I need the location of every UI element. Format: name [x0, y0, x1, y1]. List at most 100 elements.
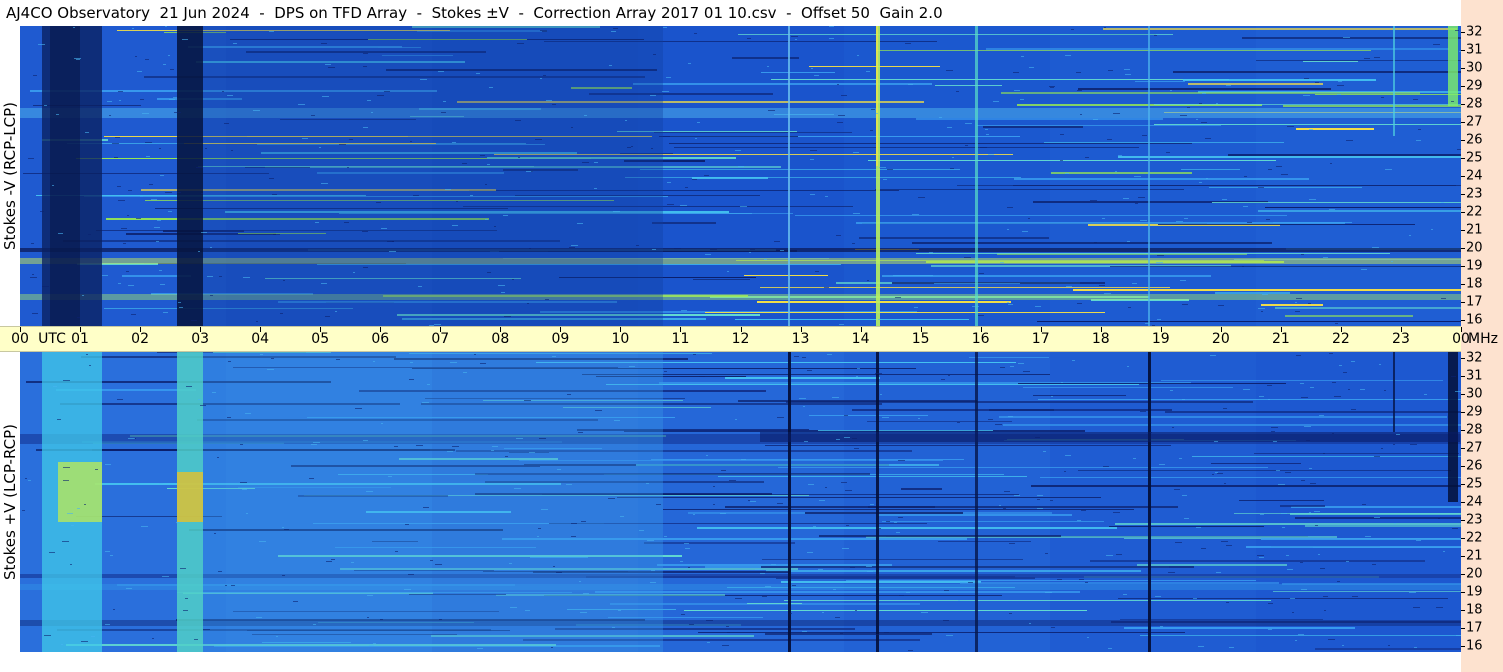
noise-speckle	[707, 642, 710, 643]
noise-speckle	[1212, 474, 1214, 475]
noise-speckle	[1107, 139, 1112, 140]
noise-speckle	[1285, 472, 1291, 473]
noise-speckle	[1424, 394, 1427, 395]
noise-speckle	[577, 223, 583, 224]
noise-speckle	[529, 452, 535, 453]
noise-speckle	[388, 476, 392, 477]
noise-speckle	[1090, 200, 1097, 201]
rfi-streak	[1261, 304, 1323, 306]
noise-speckle	[853, 152, 859, 153]
noise-speckle	[1113, 113, 1120, 114]
noise-speckle	[376, 202, 381, 203]
noise-speckle	[373, 643, 376, 644]
noise-speckle	[612, 627, 615, 628]
stokes-plus-v-spectrogram[interactable]	[20, 352, 1461, 652]
noise-speckle	[58, 233, 63, 234]
noise-speckle	[476, 73, 480, 74]
stokes-minus-v-spectrogram[interactable]	[20, 26, 1461, 326]
noise-speckle	[198, 399, 201, 400]
noise-speckle	[1079, 579, 1084, 580]
noise-speckle	[552, 104, 556, 105]
freq-label: 32	[1466, 350, 1483, 366]
darker-region	[203, 26, 663, 326]
freq-label: 23	[1466, 512, 1483, 528]
noise-speckle	[154, 227, 160, 228]
noise-speckle	[363, 66, 367, 67]
noise-speckle	[571, 245, 578, 246]
noise-speckle	[844, 415, 848, 416]
noise-speckle	[639, 530, 644, 531]
noise-speckle	[1436, 607, 1443, 608]
freq-label: 27	[1466, 440, 1483, 456]
noise-speckle	[735, 150, 741, 151]
rfi-streak	[1305, 525, 1461, 527]
noise-speckle	[1199, 182, 1202, 183]
noise-speckle	[302, 138, 308, 139]
noise-speckle	[540, 30, 547, 31]
noise-speckle	[1346, 140, 1353, 141]
noise-speckle	[1226, 545, 1232, 546]
noise-speckle	[367, 617, 369, 618]
rfi-streak	[1296, 128, 1374, 130]
freq-tick	[1461, 266, 1465, 267]
freq-tick	[1461, 230, 1465, 231]
noise-speckle	[1438, 518, 1440, 519]
noise-speckle	[539, 438, 546, 439]
noise-speckle	[808, 484, 814, 485]
noise-speckle	[313, 624, 316, 625]
vertical-dark-line	[1393, 352, 1395, 432]
noise-speckle	[1166, 152, 1170, 153]
rfi-streak	[1003, 424, 1461, 426]
freq-tick	[1461, 394, 1465, 395]
noise-speckle	[1050, 87, 1054, 88]
noise-speckle	[409, 379, 414, 380]
noise-speckle	[1196, 527, 1201, 528]
noise-speckle	[651, 148, 653, 149]
noise-speckle	[176, 522, 183, 523]
freq-tick	[1461, 194, 1465, 195]
noise-speckle	[162, 576, 169, 577]
noise-speckle	[1154, 35, 1157, 36]
noise-speckle	[921, 612, 928, 613]
rfi-streak	[757, 301, 1011, 303]
noise-speckle	[31, 243, 34, 244]
noise-speckle	[867, 571, 873, 572]
noise-speckle	[452, 446, 459, 447]
noise-speckle	[1202, 93, 1206, 94]
freq-label: 26	[1466, 458, 1483, 474]
noise-speckle	[1335, 323, 1338, 324]
noise-speckle	[1455, 391, 1461, 392]
noise-speckle	[373, 361, 375, 362]
noise-speckle	[695, 138, 697, 139]
freq-tick	[1461, 104, 1465, 105]
noise-speckle	[118, 91, 123, 92]
noise-speckle	[477, 648, 483, 649]
noise-speckle	[201, 193, 203, 194]
noise-speckle	[667, 204, 674, 205]
rfi-streak	[693, 279, 750, 280]
noise-speckle	[1329, 209, 1335, 210]
noise-speckle	[1394, 523, 1396, 524]
noise-speckle	[993, 101, 999, 102]
freq-tick	[1461, 556, 1465, 557]
noise-speckle	[1127, 366, 1129, 367]
noise-speckle	[1258, 187, 1264, 188]
noise-speckle	[207, 276, 213, 277]
noise-speckle	[704, 175, 709, 176]
noise-speckle	[908, 650, 913, 651]
noise-speckle	[824, 287, 829, 288]
noise-speckle	[1267, 385, 1272, 386]
freq-label: 17	[1466, 620, 1483, 636]
noise-speckle	[183, 610, 188, 611]
noise-speckle	[879, 167, 886, 168]
noise-speckle	[584, 115, 587, 116]
rfi-streak	[809, 66, 940, 67]
rfi-streak	[1158, 224, 1415, 225]
noise-speckle	[1324, 610, 1326, 611]
noise-speckle	[1372, 247, 1379, 248]
noise-speckle	[1443, 321, 1447, 322]
rfi-streak	[697, 527, 1117, 529]
noise-speckle	[693, 514, 695, 515]
rfi-streak	[1303, 61, 1358, 62]
noise-speckle	[853, 213, 860, 214]
